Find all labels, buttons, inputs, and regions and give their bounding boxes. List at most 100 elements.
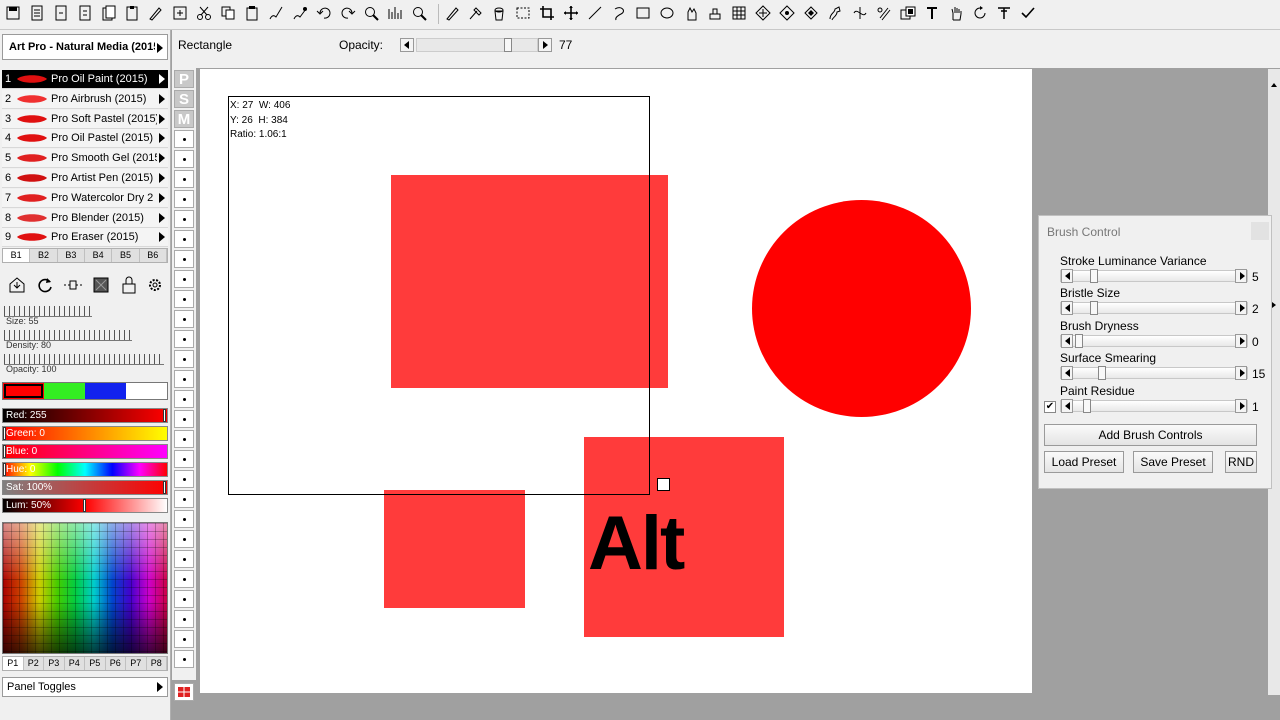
slider-right-button[interactable]	[1235, 366, 1247, 381]
bank-tab[interactable]: B6	[140, 249, 167, 262]
brush-control-slider[interactable]	[1060, 366, 1248, 381]
bank-tab[interactable]: B3	[58, 249, 85, 262]
slider-right-button[interactable]	[1235, 269, 1247, 283]
copy-icon[interactable]	[219, 4, 237, 22]
check-icon[interactable]	[1019, 4, 1037, 22]
slider-right-button[interactable]	[1235, 333, 1247, 348]
dot-button[interactable]	[174, 610, 194, 628]
eyedropper-icon[interactable]	[466, 4, 484, 22]
dot-button[interactable]	[174, 410, 194, 428]
brush-control-slider[interactable]	[1060, 269, 1248, 283]
slider-thumb[interactable]	[1090, 301, 1098, 316]
brush-param-slider[interactable]: Density: 80	[2, 328, 168, 350]
dot-button[interactable]	[174, 210, 194, 228]
opacity-increase-button[interactable]	[538, 38, 552, 52]
palette-tab[interactable]: P3	[44, 657, 65, 670]
brush-settings-icon[interactable]	[62, 274, 84, 296]
dot-button[interactable]	[174, 650, 194, 668]
resize-handle[interactable]	[657, 478, 670, 491]
import-icon[interactable]	[6, 274, 28, 296]
brush-alt-icon[interactable]	[291, 4, 309, 22]
pen-icon[interactable]	[146, 4, 164, 22]
dot-button[interactable]	[174, 310, 194, 328]
color-swatch[interactable]	[44, 383, 85, 399]
random-button[interactable]: RND	[1225, 451, 1257, 473]
palette-tab[interactable]: P4	[65, 657, 85, 670]
rect-icon[interactable]	[634, 4, 652, 22]
hand-brush-icon[interactable]	[682, 4, 700, 22]
dot-button[interactable]	[174, 570, 194, 588]
brush-item[interactable]: 4 Pro Oil Pastel (2015)	[2, 129, 168, 149]
dot-button[interactable]	[174, 430, 194, 448]
dot-button[interactable]	[174, 350, 194, 368]
bucket-icon[interactable]	[490, 4, 508, 22]
color-channel-bar[interactable]: Blue: 0	[2, 444, 168, 459]
red-rectangle-small[interactable]	[384, 490, 525, 608]
magnify-icon[interactable]	[410, 4, 428, 22]
lock-brush-icon[interactable]	[118, 274, 140, 296]
ellipse-icon[interactable]	[658, 4, 676, 22]
palette-tab[interactable]: P8	[147, 657, 167, 670]
bank-tab[interactable]: B1	[3, 249, 31, 262]
warp-icon[interactable]	[851, 4, 869, 22]
t-square-icon[interactable]	[995, 4, 1013, 22]
effect-icon[interactable]	[875, 4, 893, 22]
document-icon[interactable]	[76, 4, 94, 22]
color-channel-handle[interactable]	[83, 499, 86, 512]
slider-left-button[interactable]	[1061, 333, 1073, 348]
panel-toggles-button[interactable]: Panel Toggles	[2, 677, 168, 697]
gear-icon[interactable]	[144, 274, 166, 296]
dot-button[interactable]	[174, 370, 194, 388]
brush-item[interactable]: 3 Pro Soft Pastel (2015)	[2, 109, 168, 129]
texture-icon[interactable]	[754, 4, 772, 22]
preset-dropdown[interactable]: Art Pro - Natural Media (2015)	[2, 34, 168, 60]
stamp2-icon[interactable]	[778, 4, 796, 22]
slider-left-button[interactable]	[1061, 269, 1073, 283]
slider-thumb[interactable]	[1075, 333, 1083, 348]
red-circle[interactable]	[752, 200, 971, 417]
text-icon[interactable]	[923, 4, 941, 22]
brush-item[interactable]: 5 Pro Smooth Gel (2015)	[2, 149, 168, 169]
color-channel-bar[interactable]: Lum: 50%	[2, 498, 168, 513]
fill-icon[interactable]	[802, 4, 820, 22]
dot-button[interactable]	[174, 470, 194, 488]
close-button[interactable]	[1251, 222, 1269, 240]
undo-icon[interactable]	[315, 4, 333, 22]
dot-button[interactable]	[174, 150, 194, 168]
dot-button[interactable]	[174, 530, 194, 548]
refresh-icon[interactable]	[34, 274, 56, 296]
stamp-icon[interactable]	[706, 4, 724, 22]
brush-item[interactable]: 8 Pro Blender (2015)	[2, 208, 168, 228]
crop-icon[interactable]	[538, 4, 556, 22]
rotate-icon[interactable]	[971, 4, 989, 22]
pencil-icon[interactable]	[443, 4, 461, 22]
slider-thumb[interactable]	[1082, 398, 1091, 413]
brush-param-slider[interactable]: Size: 55	[2, 304, 168, 326]
dot-button[interactable]	[174, 450, 194, 468]
dot-button[interactable]	[174, 170, 194, 188]
color-swatch[interactable]	[3, 383, 44, 399]
slider-left-button[interactable]	[1061, 366, 1073, 381]
dot-button[interactable]	[174, 250, 194, 268]
histogram-icon[interactable]	[386, 4, 404, 22]
redo-icon[interactable]	[339, 4, 357, 22]
dot-button[interactable]	[174, 590, 194, 608]
color-channel-handle[interactable]	[163, 481, 166, 494]
save-icon[interactable]	[4, 4, 22, 22]
color-channel-handle[interactable]	[3, 445, 6, 458]
smudge-icon[interactable]	[826, 4, 844, 22]
color-mode-icon[interactable]	[174, 683, 194, 701]
opacity-slider-thumb[interactable]	[504, 38, 513, 52]
brush-item[interactable]: 2 Pro Airbrush (2015)	[2, 89, 168, 109]
paste-icon[interactable]	[243, 4, 261, 22]
color-palette-grid[interactable]	[2, 522, 168, 654]
slider-left-button[interactable]	[1061, 398, 1073, 413]
color-channel-handle[interactable]	[163, 409, 166, 422]
side-mode-button[interactable]: S	[174, 90, 194, 108]
palette-tab[interactable]: P7	[126, 657, 147, 670]
bank-tab[interactable]: B2	[30, 249, 58, 262]
opacity-decrease-button[interactable]	[400, 38, 414, 52]
bank-tab[interactable]: B5	[112, 249, 140, 262]
palette-tab[interactable]: P1	[3, 657, 24, 670]
add-brush-controls-button[interactable]: Add Brush Controls	[1044, 424, 1257, 446]
